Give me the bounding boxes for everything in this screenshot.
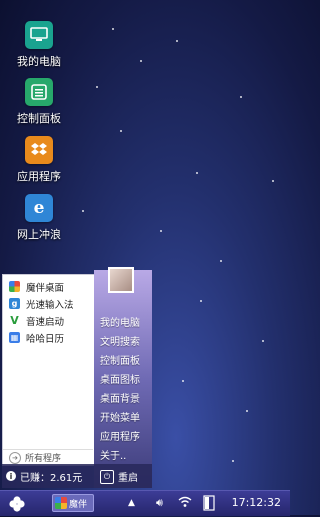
taskbar: 魔伴 ▲ 🔊︎ 17:12:32 — [0, 490, 290, 516]
menu-link-desktop-background[interactable]: 桌面背景 — [100, 390, 140, 405]
quick-launch-icon: V — [9, 314, 20, 327]
menu-link-my-computer[interactable]: 我的电脑 — [100, 314, 140, 329]
menu-link-about[interactable]: 关于.. — [100, 447, 126, 462]
ie-browser-icon: e — [25, 194, 53, 222]
start-button[interactable] — [8, 495, 26, 513]
menu-link-control-panel[interactable]: 控制面板 — [100, 352, 140, 367]
menu-program-label: 光速输入法 — [26, 299, 74, 311]
volume-icon[interactable]: 🔊︎ — [156, 496, 163, 510]
menu-link-start-menu[interactable]: 开始菜单 — [100, 409, 140, 424]
tray-expand-icon[interactable]: ▲ — [128, 498, 135, 508]
desktop-icon-label: 我的电脑 — [17, 55, 61, 68]
desktop-icon-my-computer[interactable]: 我的电脑 — [7, 21, 71, 69]
desktop-icon-label: 网上冲浪 — [17, 228, 61, 241]
start-menu-footer: i 已赚：2.61元 ⏻ 重启 — [2, 464, 152, 488]
control-panel-icon — [25, 78, 53, 106]
restart-label: 重启 — [118, 473, 138, 484]
menu-link-desktop-icons[interactable]: 桌面图标 — [100, 371, 140, 386]
avatar[interactable] — [108, 267, 134, 293]
input-method-icon: g — [9, 298, 20, 309]
taskbar-app-label: 魔伴 — [69, 499, 88, 510]
computer-icon — [25, 21, 53, 49]
pinwheel-icon — [55, 497, 67, 509]
pinwheel-icon — [9, 281, 20, 292]
clover-icon — [9, 496, 25, 512]
desktop-icon-label: 控制面板 — [17, 112, 61, 125]
menu-program-label: 哈哈日历 — [26, 333, 65, 345]
desktop-icon-label: 应用程序 — [17, 170, 61, 183]
start-menu: 魔伴桌面 g 光速输入法 V 音速启动 ▦ 哈哈日历 ➔ 所有程序 我的电脑 文… — [2, 267, 152, 488]
restart-button[interactable]: ⏻ 重启 — [100, 469, 138, 484]
earnings-text: 已赚：2.61元 — [20, 472, 83, 484]
menu-program-label: 魔伴桌面 — [26, 282, 65, 294]
menu-link-applications[interactable]: 应用程序 — [100, 428, 140, 443]
wifi-icon[interactable] — [178, 496, 192, 511]
menu-link-search[interactable]: 文明搜索 — [100, 333, 140, 348]
menu-program-label: 音速启动 — [26, 316, 65, 328]
dropbox-icon — [25, 136, 53, 164]
start-menu-programs-pane: 魔伴桌面 g 光速输入法 V 音速启动 ▦ 哈哈日历 ➔ 所有程序 — [2, 274, 96, 466]
all-programs-button[interactable]: ➔ 所有程序 — [3, 449, 93, 465]
taskbar-app-button[interactable]: 魔伴 — [52, 494, 94, 512]
calendar-icon: ▦ — [9, 332, 20, 343]
all-programs-label: 所有程序 — [25, 454, 62, 464]
menu-program-item[interactable]: ▦ 哈哈日历 — [3, 329, 95, 346]
battery-icon[interactable] — [202, 495, 216, 514]
power-icon: ⏻ — [100, 469, 114, 484]
desktop-icon-applications[interactable]: 应用程序 — [7, 136, 71, 184]
menu-program-item[interactable]: 魔伴桌面 — [3, 278, 95, 295]
arrow-right-icon: ➔ — [9, 451, 21, 464]
info-icon: i — [6, 471, 16, 481]
menu-program-item[interactable]: V 音速启动 — [3, 312, 95, 329]
start-menu-links-pane: 我的电脑 文明搜索 控制面板 桌面图标 桌面背景 开始菜单 应用程序 关于.. — [94, 267, 152, 488]
menu-program-item[interactable]: g 光速输入法 — [3, 295, 95, 312]
desktop-icon-control-panel[interactable]: 控制面板 — [7, 78, 71, 126]
desktop-icon-web-browser[interactable]: e 网上冲浪 — [7, 194, 71, 242]
clock: 17:12:32 — [231, 496, 281, 509]
